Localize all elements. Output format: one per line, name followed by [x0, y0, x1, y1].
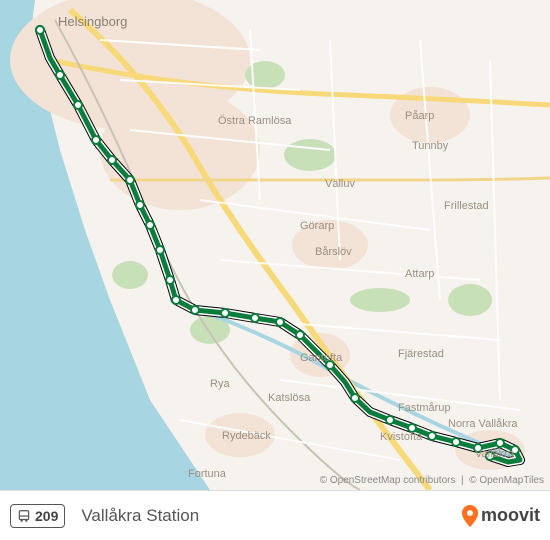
place-label: Görarp — [300, 220, 334, 232]
place-label: Katslösa — [268, 392, 310, 404]
place-label: Vallåkra — [475, 448, 514, 460]
place-label: Välluv — [325, 178, 355, 190]
map-pin-icon — [461, 505, 479, 527]
place-label: Attarp — [405, 268, 434, 280]
place-label: Kvistofta — [380, 431, 422, 443]
route-destination: Vallåkra Station — [81, 506, 461, 526]
place-label: Bårslöv — [315, 246, 352, 258]
place-label: Frillestad — [444, 200, 489, 212]
place-label: Fastmårup — [398, 402, 451, 414]
labels-layer: Helsingborg Östra Ramlösa Påarp Tunnby Vällu… — [0, 0, 550, 490]
place-label: Tunnby — [412, 140, 448, 152]
place-label: Östra Ramlösa — [218, 115, 291, 127]
footer-bar: 209 Vallåkra Station moovit — [0, 490, 550, 540]
route-badge[interactable]: 209 — [10, 504, 65, 528]
place-label: Norra Vallåkra — [448, 418, 518, 430]
bus-icon — [17, 509, 31, 523]
place-label: Rya — [210, 378, 230, 390]
place-label: Påarp — [405, 110, 434, 122]
map-area[interactable]: Helsingborg Östra Ramlösa Påarp Tunnby Vällu… — [0, 0, 550, 490]
place-label: Fortuna — [188, 468, 226, 480]
place-label: Helsingborg — [58, 14, 127, 29]
route-number: 209 — [35, 508, 58, 524]
place-label: Fjärestad — [398, 348, 444, 360]
brand-name: moovit — [481, 505, 540, 526]
place-label: Rydebäck — [222, 430, 271, 442]
moovit-brand[interactable]: moovit — [461, 505, 540, 527]
place-label: Gantofta — [300, 352, 342, 364]
